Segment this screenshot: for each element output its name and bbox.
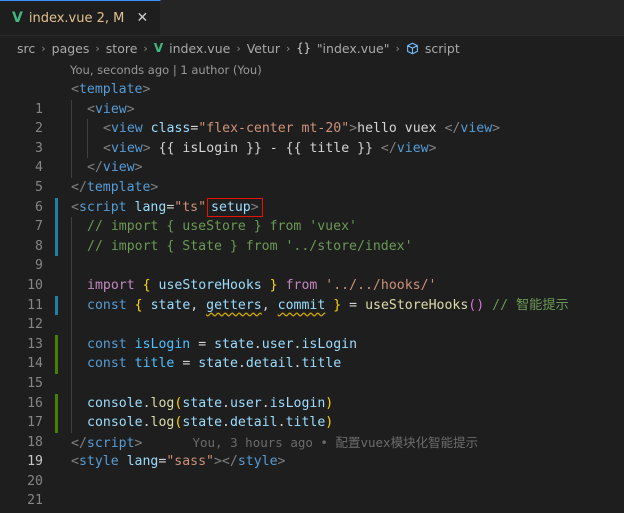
indent-guide [71,334,72,355]
braces-icon: {} [296,41,311,55]
code-line: 12 const { state, getters, commit } = us… [0,295,624,332]
indent-guide [71,315,72,335]
code-line: 13 [0,315,624,352]
cube-icon [407,42,418,54]
breadcrumb-script[interactable]: script [425,41,460,56]
indent-guide [71,256,72,276]
added-gutter-marker[interactable] [55,413,58,433]
code-line: 8 // import { useStore } from 'vuex' [0,217,624,254]
indent-guide [71,138,72,159]
breadcrumb: src › pages › store › V index.vue › Vetu… [0,36,624,60]
chevron-right-icon: › [236,41,241,55]
chevron-right-icon: › [285,41,291,55]
code-line: 20 <style lang="sass"></style> [0,452,624,489]
tab-title: index.vue 2, M [28,10,125,26]
tab-index-vue[interactable]: V index.vue 2, M ✕ [0,0,162,35]
indent-guide [71,393,72,414]
warning-squiggle: commit [277,297,326,313]
indent-guide [71,275,72,296]
modified-gutter-marker[interactable] [55,217,58,237]
code-line: 6 </template> [0,178,624,215]
indent-guide [71,295,72,316]
code-line: 9 // import { State } from '../store/ind… [0,236,624,273]
line-content: </template> [71,179,159,195]
line-content: <script lang="ts" setup> [71,197,263,218]
indent-guide [87,138,88,159]
indent-guide [71,236,72,257]
breadcrumb-pages[interactable]: pages [52,41,90,56]
line-content: <style lang="sass"></style> [71,454,286,470]
line-content: </view> [87,160,143,176]
breadcrumb-index-vue[interactable]: index.vue [169,41,230,56]
code-editor[interactable]: 1 <template> 2 <view> 3 <view class="fle… [0,80,624,508]
line-content: // import { State } from '../store/index… [87,238,413,254]
line-content: import { useStoreHooks } from '../../hoo… [87,277,437,293]
code-line: 11 import { useStoreHooks } from '../../… [0,275,624,313]
inline-blame-annotation: You, 3 hours ago • 配置vuex模块化智能提示 [192,434,479,450]
line-content: <view class="flex-center mt-20">hello vu… [103,121,501,137]
setup-highlight-box: setup> [207,197,263,217]
close-icon[interactable]: ✕ [134,10,150,26]
indent-guide [87,119,88,139]
modified-gutter-marker[interactable] [55,236,58,257]
warning-squiggle: getters [206,297,262,313]
indent-guide [71,354,72,374]
line-content: // import { useStore } from 'vuex' [87,219,357,235]
code-line: 7 <script lang="ts" setup> [0,197,624,234]
line-content: console.log(state.user.isLogin) [87,395,334,411]
code-line: 2 <view> [0,99,624,136]
added-gutter-marker[interactable] [55,393,58,414]
added-gutter-marker[interactable] [55,354,58,374]
code-line: 1 <template> [0,80,624,117]
chevron-right-icon: › [41,41,46,55]
line-number: 21 [27,493,43,509]
line-content: const title = state.detail.title [87,356,342,372]
line-content: const isLogin = state.user.isLogin [87,336,358,352]
code-line: 14 const isLogin = state.user.isLogin [0,334,624,371]
code-line: 17 console.log(state.user.isLogin) [0,393,624,430]
indent-guide [71,373,72,394]
vue-file-icon: V [153,41,164,55]
code-line-current: 19 </script> You, 3 hours ago • 配置vuex模块化… [0,433,624,470]
added-gutter-marker[interactable] [55,334,58,355]
line-content: <template> [71,82,151,97]
code-line: 4 <view> {{ isLogin }} - {{ title }} </v… [0,138,624,175]
chevron-right-icon: › [95,41,100,55]
code-line: 18 console.log(state.detail.title) [0,413,624,450]
indent-guide [71,217,72,237]
code-line: 21 [0,472,624,508]
breadcrumb-store[interactable]: store [106,41,138,56]
breadcrumb-module[interactable]: "index.vue" [317,41,390,56]
breadcrumb-vetur[interactable]: Vetur [247,41,280,56]
line-content: console.log(state.detail.title) [87,415,334,431]
line-content: <view> [87,101,135,117]
indent-guide [71,99,72,120]
line-content: </script> You, 3 hours ago • 配置vuex模块化智能提… [71,434,479,451]
code-line: 16 [0,373,624,411]
line-content: <view> {{ isLogin }} - {{ title }} </vie… [103,140,437,156]
modified-gutter-marker[interactable] [55,295,58,316]
modified-gutter-marker[interactable] [55,197,58,218]
chevron-right-icon: › [143,41,148,55]
indent-guide [71,158,72,178]
code-line: 5 </view> [0,158,624,195]
editor-window: V index.vue 2, M ✕ src › pages › store ›… [0,0,624,513]
vue-file-icon: V [12,10,23,26]
indent-guide [71,119,72,139]
code-line: 10 [0,256,624,293]
indent-guide [71,413,72,433]
code-line: 15 const title = state.detail.title [0,354,624,391]
tab-bar: V index.vue 2, M ✕ [0,0,624,36]
breadcrumb-src[interactable]: src [17,41,35,56]
codelens-blame[interactable]: You, seconds ago | 1 author (You) [0,60,624,80]
line-content: const { state, getters, commit } = useSt… [87,297,569,313]
chevron-right-icon: › [395,41,400,55]
code-line: 3 <view class="flex-center mt-20">hello … [0,119,624,156]
